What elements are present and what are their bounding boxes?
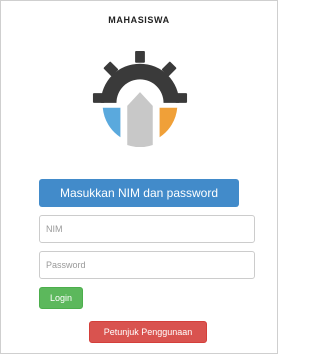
login-button[interactable]: Login: [39, 287, 83, 309]
help-button[interactable]: Petunjuk Penggunaan: [89, 321, 207, 343]
password-input[interactable]: [39, 251, 255, 279]
gear-logo-icon: [92, 50, 188, 147]
login-panel: MAHASISWA Masukkan NIM dan password Logi…: [0, 0, 278, 354]
instruction-banner: Masukkan NIM dan password: [39, 179, 239, 207]
page-title: MAHASISWA: [108, 15, 170, 25]
nim-input[interactable]: [39, 215, 255, 243]
